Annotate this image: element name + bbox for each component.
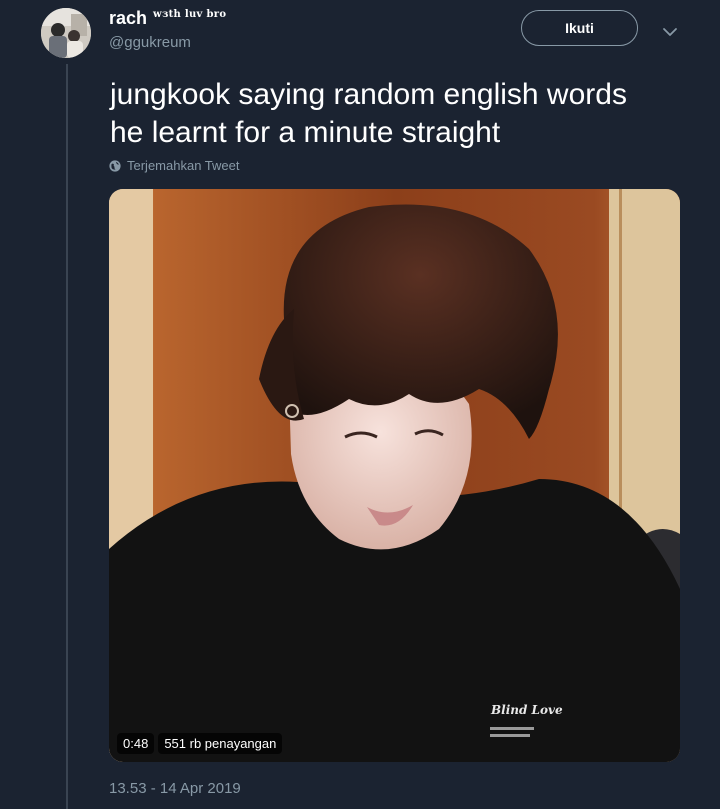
tweet-text-line: he learnt for a minute straight <box>110 116 501 149</box>
shirt-print-text: Blind Love <box>490 703 563 717</box>
avatar[interactable] <box>41 8 91 58</box>
tweet-text: jungkook saying random english words he … <box>110 76 700 152</box>
follow-button[interactable]: Ikuti <box>521 10 638 46</box>
video-badges: 0:48 551 rb penayangan <box>117 733 283 754</box>
translate-tweet-link[interactable]: Terjemahkan Tweet <box>109 158 240 173</box>
display-name-text: rach <box>109 8 148 28</box>
chevron-down-icon[interactable] <box>660 22 680 42</box>
thread-line <box>66 64 68 809</box>
avatar-image <box>41 8 91 58</box>
tweet-text-line: jungkook saying random english words <box>110 78 627 111</box>
user-handle[interactable]: @ggukreum <box>109 34 191 51</box>
display-name[interactable]: rach wзth luv bro <box>109 8 226 29</box>
video-view-count: 551 rb penayangan <box>158 733 283 754</box>
translate-tweet-label: Terjemahkan Tweet <box>127 158 240 173</box>
video-duration: 0:48 <box>117 733 155 754</box>
video-player[interactable]: Blind Love 0:48 551 rb penayangan <box>109 189 680 762</box>
display-name-suffix: wзth luv bro <box>153 9 227 20</box>
globe-icon <box>109 159 121 172</box>
tweet-timestamp[interactable]: 13.53 - 14 Apr 2019 <box>109 780 241 797</box>
video-thumbnail: Blind Love <box>109 189 680 762</box>
